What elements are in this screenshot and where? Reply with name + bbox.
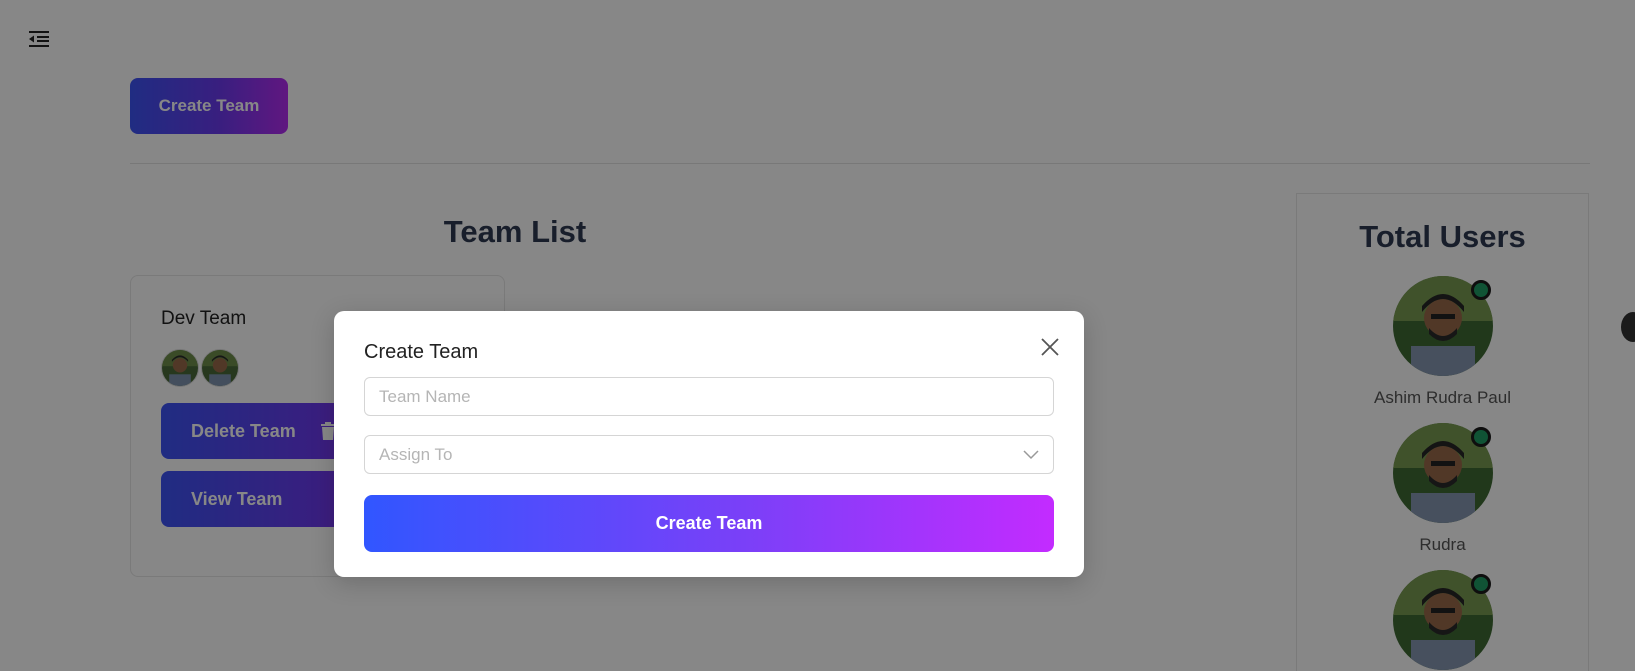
team-name-input[interactable] xyxy=(364,377,1054,416)
assign-to-placeholder: Assign To xyxy=(379,444,453,464)
close-icon[interactable] xyxy=(1038,335,1062,359)
chevron-down-icon xyxy=(1023,445,1039,465)
modal-title: Create Team xyxy=(364,341,479,363)
submit-create-team-button[interactable]: Create Team xyxy=(364,495,1054,552)
assign-to-select[interactable]: Assign To xyxy=(364,435,1054,474)
create-team-modal: Create Team Assign To Create Team xyxy=(334,311,1084,577)
